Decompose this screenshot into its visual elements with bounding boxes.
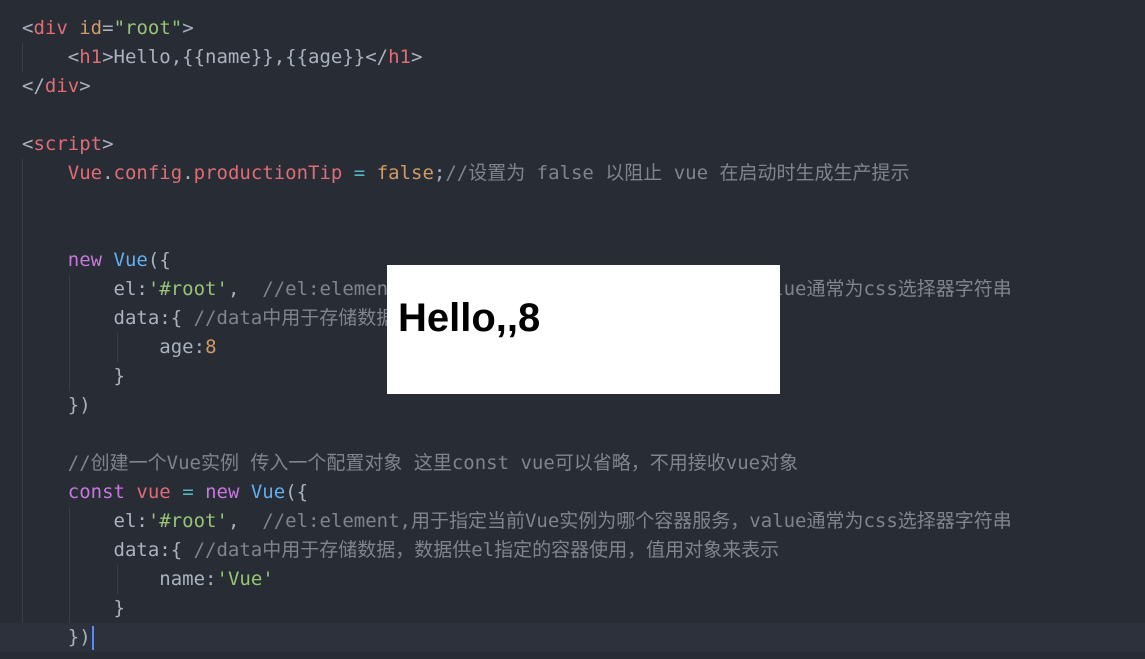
code-token: Vue [113,249,148,271]
code-token: , [227,278,263,300]
code-line[interactable]: name:'Vue' [0,565,1145,594]
rendered-preview-overlay: Hello,,8 [387,265,780,394]
code-token: 'Vue' [216,568,274,590]
code-token: productionTip [193,162,343,184]
code-token: script [33,133,103,155]
code-token: div [44,75,80,97]
code-token: ({ [285,481,309,503]
code-token: const [67,481,125,503]
code-token: //data中用于存储数据，数据供el指定的容器使用，值用对象来表示 [193,539,780,561]
code-token: data [113,539,160,561]
code-token: //设置为 false 以阻止 vue 在启动时生成生产提示 [445,162,910,184]
code-line[interactable]: }) [0,391,1145,420]
code-token: new [67,249,103,271]
code-token: ({ [147,249,171,271]
code-line[interactable] [0,420,1145,449]
code-token: h1 [388,46,411,68]
code-token: el [113,510,137,532]
code-token: </ [22,75,45,97]
code-token: new [205,481,240,503]
code-token: :{ [159,539,194,561]
code-token: > [102,133,114,155]
preview-heading: Hello,,8 [398,296,541,340]
code-token: Hello,{{name}},{{age}} [113,46,366,68]
code-line[interactable] [0,217,1145,246]
code-token: false [376,162,434,184]
code-token: //el:element,用于指定当前Vue实例为哪个容器服务，value通常为… [262,510,1012,532]
code-token: < [22,46,80,68]
code-token: > [182,17,194,39]
code-token: data [113,307,160,329]
code-token: . [182,162,194,184]
code-token: h1 [79,46,103,68]
code-token: : [205,568,217,590]
code-token: }) [22,394,91,416]
code-token: = [170,481,206,503]
code-token: > [411,46,423,68]
code-token: } [22,597,125,619]
code-token: < [22,17,34,39]
code-line[interactable]: <script> [0,130,1145,159]
code-token: , [227,510,263,532]
code-line[interactable]: Vue.config.productionTip = false;//设置为 f… [0,159,1145,188]
code-token: > [79,75,91,97]
code-token: 8 [205,336,217,358]
code-line[interactable]: <div id="root"> [0,14,1145,43]
code-token: > [102,46,114,68]
code-token: config [113,162,183,184]
code-token: }) [22,626,91,648]
code-token: '#root' [147,278,228,300]
code-token: : [136,510,148,532]
code-token: //创建一个Vue实例 传入一个配置对象 这里const vue可以省略，不用接… [67,452,799,474]
code-line[interactable] [0,101,1145,130]
code-token: '#root' [147,510,228,532]
code-token: = [102,17,114,39]
code-line[interactable]: //创建一个Vue实例 传入一个配置对象 这里const vue可以省略，不用接… [0,449,1145,478]
code-line[interactable] [0,188,1145,217]
code-line[interactable]: const vue = new Vue({ [0,478,1145,507]
code-token: ; [433,162,446,184]
code-token: </ [365,46,389,68]
code-token: el [113,278,137,300]
code-line[interactable]: data:{ //data中用于存储数据，数据供el指定的容器使用，值用对象来表… [0,536,1145,565]
code-token: < [22,133,34,155]
code-token: Vue [67,162,103,184]
text-cursor [91,625,94,650]
code-line[interactable]: } [0,594,1145,623]
code-token: } [22,365,125,387]
code-token: . [102,162,114,184]
code-token: : [136,278,148,300]
code-token: age [159,336,194,358]
code-line[interactable]: <h1>Hello,{{name}},{{age}}</h1> [0,43,1145,72]
code-line[interactable]: }) [0,623,1145,652]
code-token: div [33,17,68,39]
code-token: :{ [159,307,194,329]
code-line[interactable]: </div> [0,72,1145,101]
code-token: vue [136,481,171,503]
code-token: = [342,162,377,184]
code-token: : [193,336,206,358]
code-token: "root" [113,17,183,39]
code-token: Vue [250,481,286,503]
code-token: name [159,568,206,590]
code-token: id [79,17,103,39]
code-line[interactable]: el:'#root', //el:element,用于指定当前Vue实例为哪个容… [0,507,1145,536]
